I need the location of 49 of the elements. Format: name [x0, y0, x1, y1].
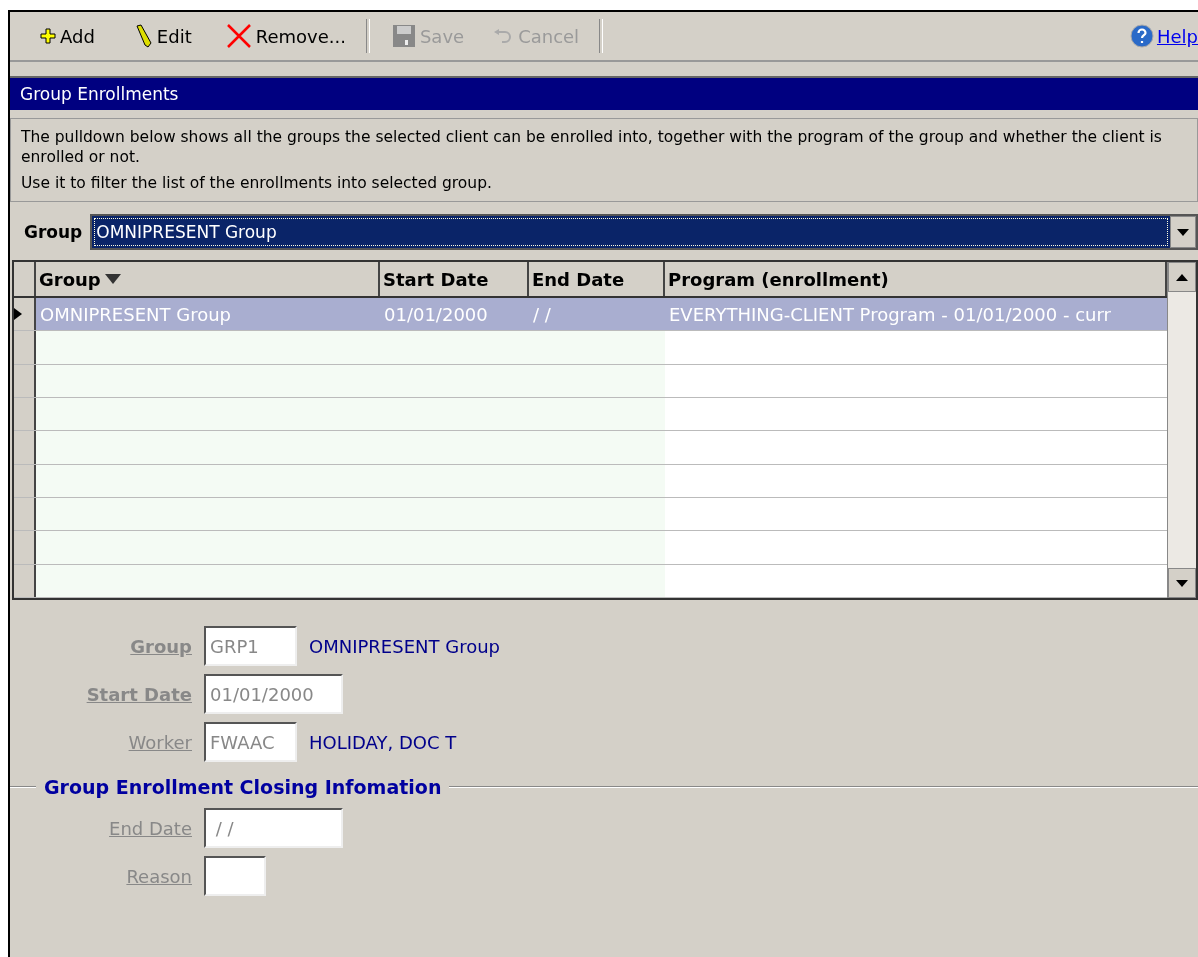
row-header[interactable] [14, 431, 36, 464]
filter-label: Group [24, 222, 83, 242]
field-description: HOLIDAY, DOC T [309, 731, 457, 753]
row-header[interactable] [14, 364, 36, 398]
input-field[interactable]: FWAAC [204, 722, 297, 762]
input-field[interactable]: 01/01/2000 [204, 674, 343, 714]
pencil-icon [134, 24, 153, 48]
field-label: Start Date [85, 683, 192, 705]
help-link[interactable]: Help [1129, 24, 1198, 48]
field-label: Group [129, 635, 192, 657]
column-header[interactable]: End Date [529, 262, 665, 297]
field-description: OMNIPRESENT Group [309, 635, 500, 657]
row-pointer-icon [14, 308, 22, 321]
plus-icon [40, 28, 56, 44]
description-text: The pulldown below shows all the groups the selected client can be enrolled into, together with the program of the group and whether the client is enrolled or not. [21, 127, 1163, 167]
section-title: Group Enrollment Closing Infomation [44, 776, 442, 798]
save-icon [391, 24, 416, 48]
up-arrow-icon [1176, 273, 1188, 281]
table-cell-text: EVERYTHING-CLIENT Program - 01/01/2000 - curr [668, 302, 1112, 327]
field-label: Reason [125, 865, 192, 887]
group-dropdown[interactable]: OMNIPRESENT Group [90, 214, 1198, 250]
row-header[interactable] [14, 564, 36, 598]
down-arrow-icon [1176, 579, 1188, 587]
column-header[interactable]: Start Date [380, 262, 529, 297]
toolbar-button[interactable]: Edit [126, 20, 200, 52]
input-field[interactable]: / / [204, 808, 343, 848]
scrollbar[interactable] [1167, 262, 1196, 598]
row-header[interactable] [14, 398, 36, 431]
description-text: Use it to filter the list of the enrollments into selected group. [21, 173, 493, 193]
row-header[interactable] [14, 331, 36, 364]
panel-title: Group Enrollments [10, 76, 1198, 110]
column-header[interactable]: Group [36, 262, 380, 297]
row-header[interactable] [14, 531, 36, 564]
sort-icon [104, 274, 121, 285]
row-header[interactable] [14, 498, 36, 531]
toolbar-button[interactable]: Remove... [217, 19, 354, 53]
input-field[interactable] [204, 856, 266, 896]
row-header[interactable] [14, 298, 36, 331]
field-label: Worker [127, 731, 192, 753]
field-label: End Date [108, 817, 192, 839]
close-icon [225, 23, 252, 49]
toolbar-button[interactable]: Add [32, 21, 103, 51]
table-cell-text: OMNIPRESENT Group [39, 302, 232, 327]
caret-icon [1177, 228, 1189, 236]
row-header[interactable] [14, 464, 36, 498]
table-cell-text: 01/01/2000 [383, 302, 489, 327]
input-field[interactable]: GRP1 [204, 626, 297, 666]
table-cell-text: / / [532, 302, 552, 327]
help-icon [1129, 24, 1154, 48]
